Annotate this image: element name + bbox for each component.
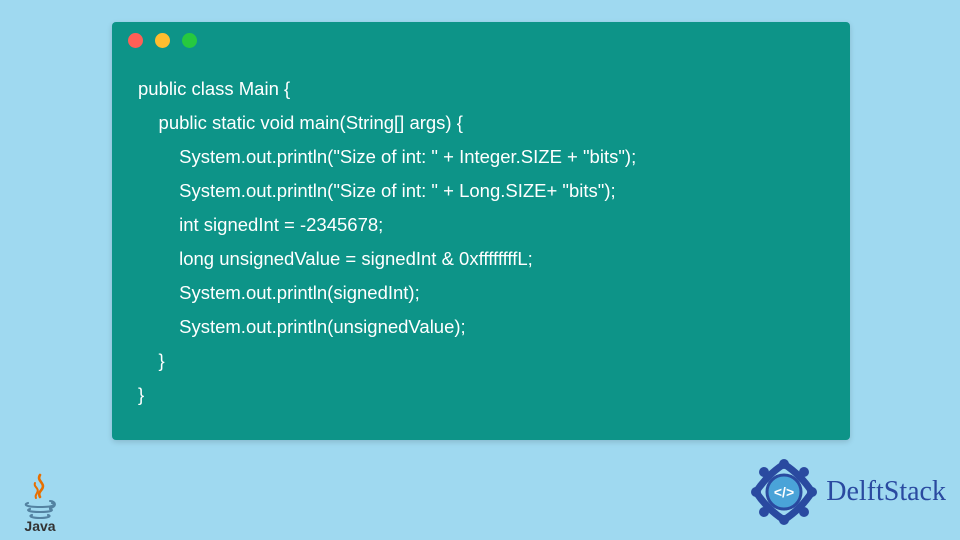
java-logo: Java (10, 462, 70, 534)
code-line: System.out.println(signedInt); (138, 282, 420, 303)
java-cup-icon (20, 473, 60, 517)
code-line: public class Main { (138, 78, 290, 99)
code-line: int signedInt = -2345678; (138, 214, 383, 235)
code-line: long unsignedValue = signedInt & 0xfffff… (138, 248, 533, 269)
java-label: Java (24, 518, 55, 534)
maximize-icon (182, 33, 197, 48)
code-block: public class Main { public static void m… (112, 58, 850, 422)
code-window: public class Main { public static void m… (112, 22, 850, 440)
code-line: public static void main(String[] args) { (138, 112, 463, 133)
code-line: System.out.println("Size of int: " + Lon… (138, 180, 616, 201)
delftstack-badge-icon: </> (750, 458, 818, 526)
code-line: } (138, 350, 165, 371)
delftstack-label: DelftStack (826, 476, 946, 508)
delftstack-logo: </> DelftStack (750, 458, 946, 526)
close-icon (128, 33, 143, 48)
window-titlebar (112, 22, 850, 58)
svg-text:</>: </> (774, 484, 794, 500)
code-line: } (138, 384, 144, 405)
code-line: System.out.println(unsignedValue); (138, 316, 466, 337)
minimize-icon (155, 33, 170, 48)
code-line: System.out.println("Size of int: " + Int… (138, 146, 636, 167)
